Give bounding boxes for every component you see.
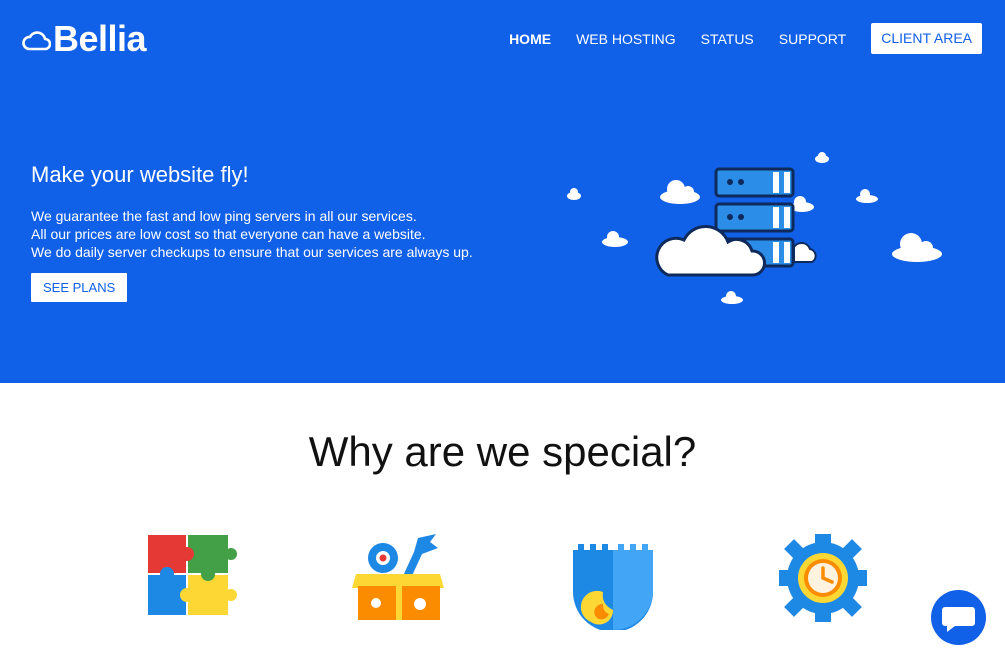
nav-item-web-hosting[interactable]: WEB HOSTING <box>576 24 676 54</box>
logo[interactable]: Bellia <box>21 18 147 59</box>
gear-clock-icon <box>779 534 867 622</box>
shield-flame-icon <box>573 544 653 630</box>
hero-line-2: All our prices are low cost so that ever… <box>31 226 426 242</box>
hero-line-3: We do daily server checkups to ensure th… <box>31 244 473 260</box>
cloud-icon <box>22 31 51 51</box>
hero-line-1: We guarantee the fast and low ping serve… <box>31 208 417 224</box>
main-nav: HOME WEB HOSTING STATUS SUPPORT CLIENT A… <box>509 23 982 54</box>
client-area-button[interactable]: CLIENT AREA <box>871 23 982 54</box>
puzzle-icon <box>148 535 237 615</box>
nav-item-status[interactable]: STATUS <box>701 24 754 54</box>
chat-bubble-icon <box>942 607 975 632</box>
hero-description: We guarantee the fast and low ping serve… <box>31 207 473 261</box>
nav-item-support[interactable]: SUPPORT <box>779 24 846 54</box>
section-title: Why are we special? <box>308 428 697 475</box>
hero-section: Bellia HOME WEB HOSTING STATUS SUPPORT C… <box>0 0 1005 383</box>
chat-button[interactable] <box>931 590 986 645</box>
nav-item-home[interactable]: HOME <box>509 24 551 54</box>
see-plans-button[interactable]: SEE PLANS <box>31 273 128 302</box>
brand-name: Bellia <box>53 18 147 59</box>
hero-title: Make your website fly! <box>31 162 249 187</box>
server-clouds-icon <box>567 152 942 304</box>
toolbox-icon <box>352 534 444 620</box>
